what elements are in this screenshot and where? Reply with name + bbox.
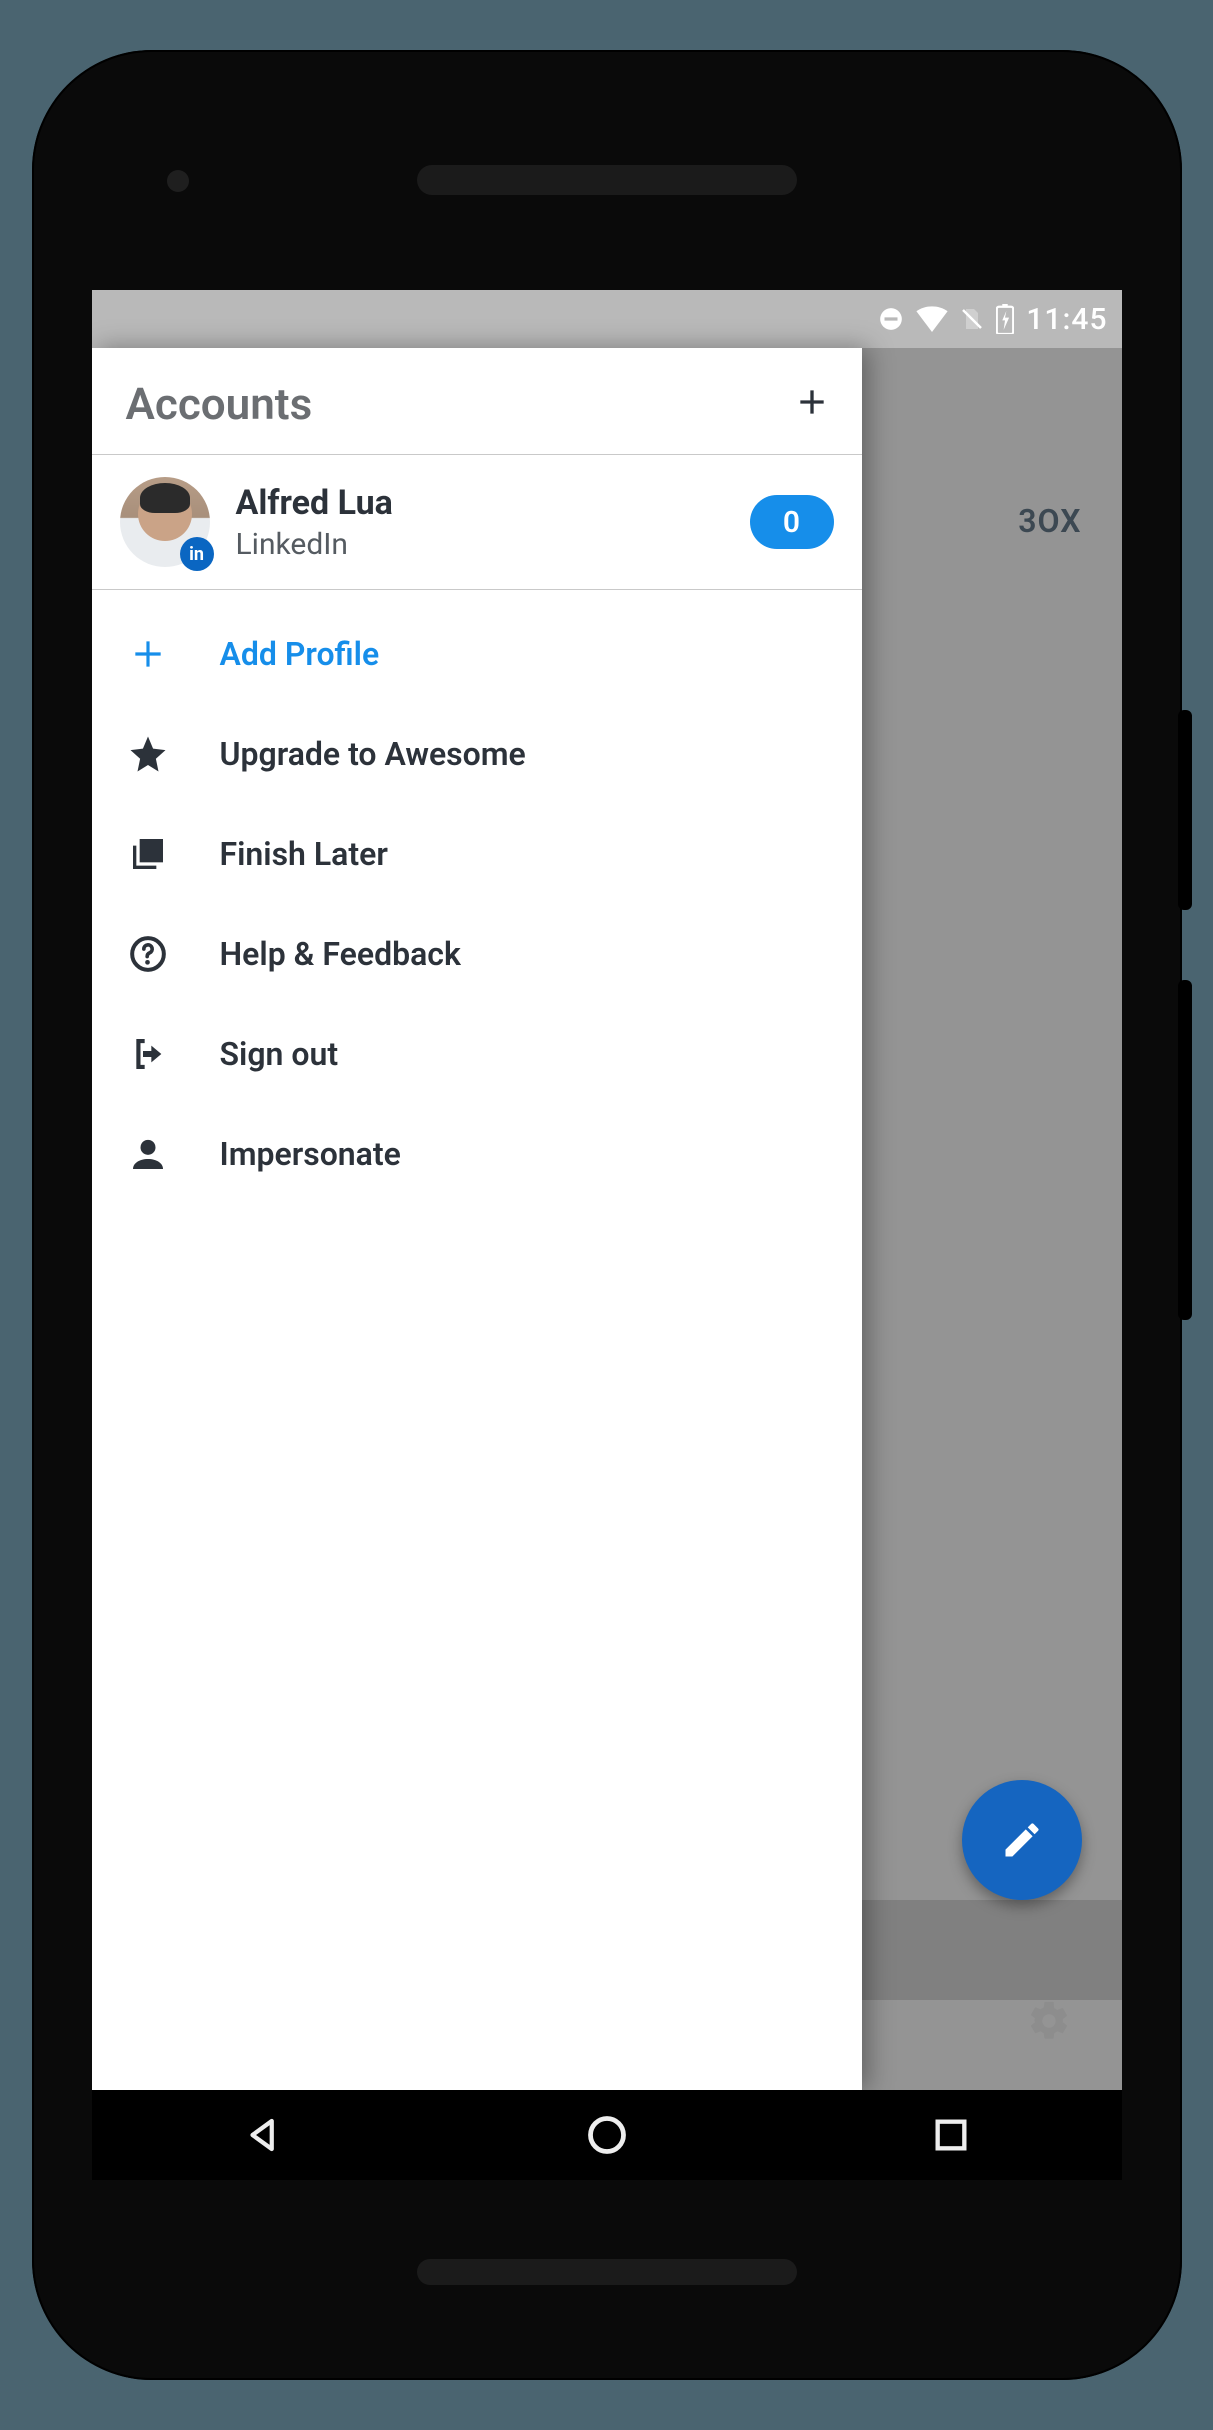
drawer-header: Accounts	[92, 348, 862, 454]
wifi-icon	[916, 306, 948, 332]
menu-label: Add Profile	[220, 635, 380, 673]
nav-drawer: Accounts in Alfred Lua LinkedIn 0	[92, 348, 862, 2090]
status-time: 11:45	[1026, 302, 1107, 337]
compose-fab[interactable]	[962, 1780, 1082, 1900]
star-icon	[126, 732, 170, 776]
back-triangle-icon	[242, 2114, 284, 2156]
sign-out-icon	[126, 1032, 170, 1076]
account-row[interactable]: in Alfred Lua LinkedIn 0	[92, 455, 862, 589]
do-not-disturb-icon	[878, 306, 904, 332]
stack-icon	[126, 832, 170, 876]
menu-label: Sign out	[220, 1035, 339, 1073]
plus-icon	[792, 382, 832, 422]
menu-item-impersonate[interactable]: Impersonate	[92, 1104, 862, 1204]
menu-item-help[interactable]: Help & Feedback	[92, 904, 862, 1004]
nav-home-button[interactable]	[585, 2113, 629, 2157]
menu-item-upgrade[interactable]: Upgrade to Awesome	[92, 704, 862, 804]
menu-item-add-profile[interactable]: Add Profile	[92, 604, 862, 704]
nav-recents-button[interactable]	[931, 2115, 971, 2155]
background-tab-fragment: 3OX	[1018, 502, 1081, 540]
nav-back-button[interactable]	[242, 2114, 284, 2156]
status-bar: 11:45	[92, 290, 1122, 348]
plus-icon	[126, 632, 170, 676]
phone-speaker	[417, 2259, 797, 2285]
menu-label: Impersonate	[220, 1135, 401, 1173]
recents-square-icon	[931, 2115, 971, 2155]
menu-label: Help & Feedback	[220, 935, 461, 973]
menu-label: Upgrade to Awesome	[220, 735, 526, 773]
help-icon	[126, 932, 170, 976]
queued-count-pill[interactable]: 0	[750, 495, 834, 549]
menu-item-sign-out[interactable]: Sign out	[92, 1004, 862, 1104]
phone-frame: 11:45 3OX Accounts	[32, 50, 1182, 2380]
drawer-menu: Add Profile Upgrade to Awesome Finish La…	[92, 590, 862, 1204]
phone-side-button	[1178, 980, 1192, 1320]
gear-icon	[1026, 1998, 1072, 2044]
no-sim-icon	[960, 306, 984, 332]
device-screen: 11:45 3OX Accounts	[92, 290, 1122, 2180]
battery-charging-icon	[996, 304, 1014, 334]
pencil-icon	[1000, 1818, 1044, 1862]
phone-side-button	[1178, 710, 1192, 910]
account-text: Alfred Lua LinkedIn	[236, 483, 724, 562]
menu-item-finish-later[interactable]: Finish Later	[92, 804, 862, 904]
account-network: LinkedIn	[236, 527, 724, 562]
add-account-button[interactable]	[792, 382, 832, 426]
menu-label: Finish Later	[220, 835, 388, 873]
avatar: in	[120, 477, 210, 567]
android-navbar	[92, 2090, 1122, 2180]
settings-button[interactable]	[1026, 1998, 1072, 2048]
person-icon	[126, 1132, 170, 1176]
drawer-title: Accounts	[126, 378, 313, 430]
home-circle-icon	[585, 2113, 629, 2157]
linkedin-badge-icon: in	[180, 537, 214, 571]
account-name: Alfred Lua	[236, 483, 724, 523]
